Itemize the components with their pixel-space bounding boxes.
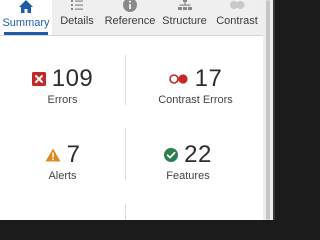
errors-count: 109 <box>51 65 94 92</box>
tab-summary[interactable]: Summary <box>0 0 52 35</box>
info-icon <box>123 0 137 12</box>
features-label: Features <box>166 170 210 182</box>
contrast-errors-count: 17 <box>194 65 223 92</box>
tab-bar: Summary Details Reference Structure Cont… <box>0 0 263 36</box>
contrast-errors-stat[interactable]: 17 Contrast Errors <box>128 64 263 124</box>
contrast-error-icon <box>168 74 188 84</box>
features-count: 22 <box>184 141 212 168</box>
tab-structure[interactable]: Structure <box>158 0 211 35</box>
errors-label: Errors <box>47 94 78 106</box>
alerts-count: 7 <box>66 141 81 168</box>
tab-details-label: Details <box>60 15 94 27</box>
alerts-label: Alerts <box>48 170 77 182</box>
stats-divider <box>125 55 126 105</box>
window-edge <box>273 0 275 220</box>
tab-details[interactable]: Details <box>52 0 102 35</box>
alert-icon <box>45 148 61 162</box>
list-icon <box>71 0 83 10</box>
home-icon <box>19 0 33 13</box>
structure-icon <box>177 0 192 10</box>
tab-structure-label: Structure <box>162 15 207 27</box>
scrollbar-thumb[interactable] <box>266 0 270 220</box>
stats-divider <box>125 128 126 180</box>
tab-reference-label: Reference <box>104 15 156 27</box>
tab-contrast-label: Contrast <box>216 15 258 27</box>
contrast-icon <box>230 1 245 9</box>
contrast-errors-label: Contrast Errors <box>158 94 233 106</box>
alerts-stat[interactable]: 7 Alerts <box>0 140 125 200</box>
error-icon <box>31 72 46 86</box>
feature-icon <box>164 148 179 162</box>
tab-contrast[interactable]: Contrast <box>211 0 263 35</box>
wave-sidebar-panel: Summary Details Reference Structure Cont… <box>0 0 263 220</box>
errors-stat[interactable]: 109 Errors <box>0 64 125 124</box>
tab-reference[interactable]: Reference <box>102 0 158 35</box>
stats-divider <box>125 204 126 220</box>
tab-summary-label: Summary <box>2 17 50 29</box>
features-stat[interactable]: 22 Features <box>128 140 248 200</box>
